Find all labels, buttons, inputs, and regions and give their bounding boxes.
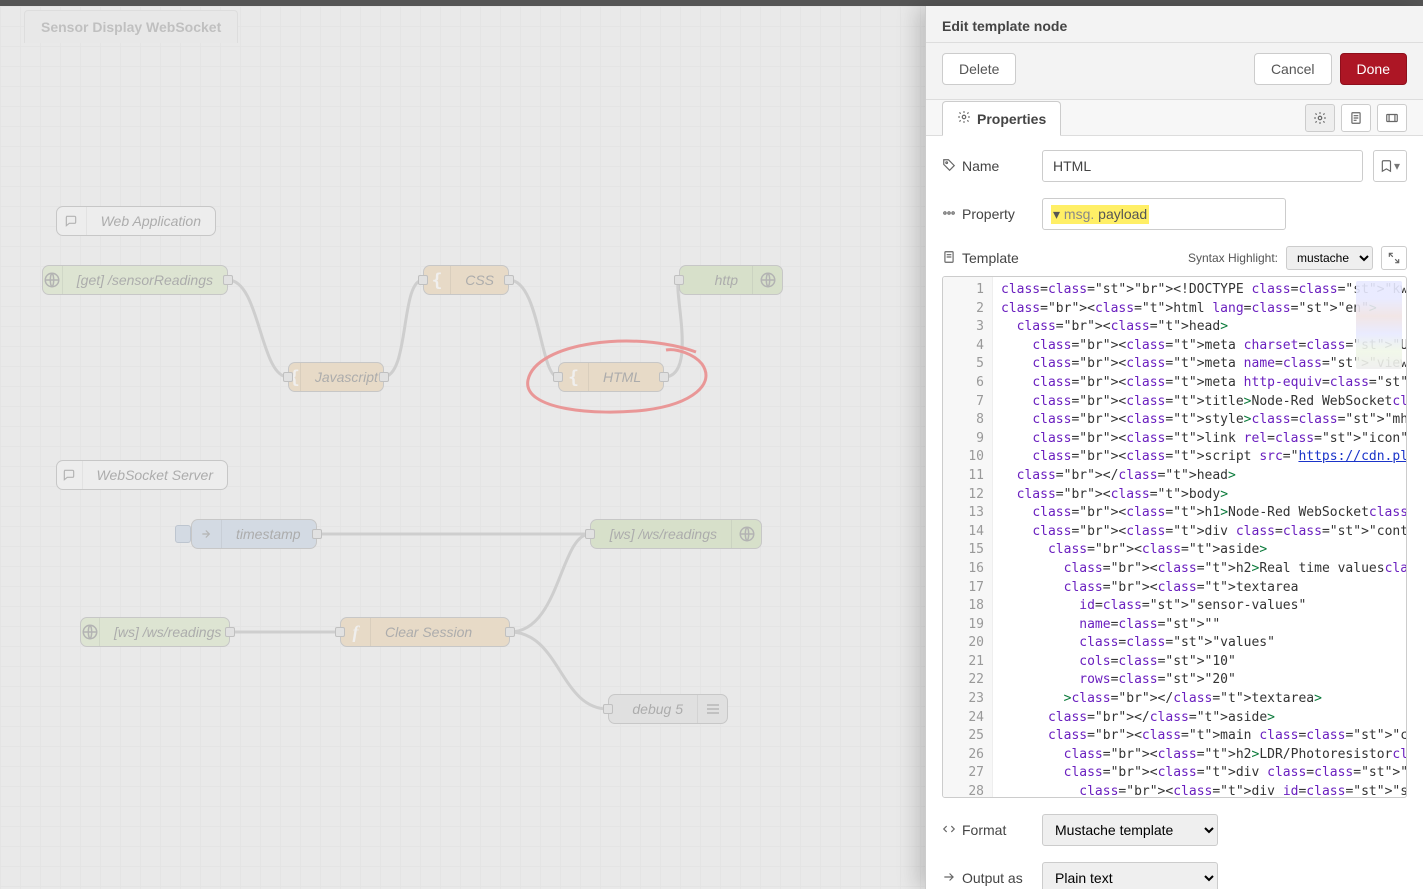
done-button[interactable]: Done <box>1340 53 1407 85</box>
panel-title: Edit template node <box>926 6 1423 43</box>
debug-icon <box>697 695 727 723</box>
syntax-highlight-select[interactable]: mustache <box>1286 246 1373 270</box>
output-port[interactable] <box>504 275 514 285</box>
output-port[interactable] <box>223 275 233 285</box>
tag-icon <box>942 158 956 175</box>
arrow-right-icon <box>942 870 956 887</box>
name-input[interactable] <box>1042 150 1363 182</box>
node-ws-out-readings[interactable]: [ws] /ws/readings <box>590 519 762 549</box>
input-port[interactable] <box>335 627 345 637</box>
comment-node-websocket-server[interactable]: WebSocket Server <box>56 460 228 490</box>
expand-editor-button[interactable] <box>1381 246 1407 270</box>
node-template-html[interactable]: { HTML <box>558 362 664 392</box>
inject-button[interactable] <box>175 525 191 543</box>
node-ws-in-readings[interactable]: [ws] /ws/readings <box>80 617 230 647</box>
node-label: http <box>701 272 752 288</box>
node-label: [ws] /ws/readings <box>100 624 235 640</box>
globe-icon <box>43 266 63 294</box>
comment-icon <box>57 461 83 489</box>
node-inject-timestamp[interactable]: timestamp <box>191 519 317 549</box>
node-label: Clear Session <box>371 624 486 640</box>
input-port[interactable] <box>553 372 563 382</box>
output-port[interactable] <box>312 529 322 539</box>
caret-down-icon: ▾ <box>1394 159 1400 173</box>
node-label: [get] /sensorReadings <box>63 272 227 288</box>
cancel-button[interactable]: Cancel <box>1254 53 1332 85</box>
panel-body: Name ▾ Property ▾ <box>926 136 1423 889</box>
tab-properties[interactable]: Properties <box>942 101 1061 136</box>
node-function-clear-session[interactable]: f Clear Session <box>340 617 510 647</box>
name-preset-button[interactable]: ▾ <box>1373 150 1407 182</box>
template-icon: { <box>424 266 451 294</box>
node-label: WebSocket Server <box>83 467 227 483</box>
name-label: Name <box>942 158 1032 175</box>
template-code-editor[interactable]: 1234567891011121314151617181920212223242… <box>942 276 1407 798</box>
input-port[interactable] <box>674 275 684 285</box>
property-prefix: msg. <box>1064 206 1094 222</box>
wire-layer <box>0 6 925 889</box>
output-port[interactable] <box>379 372 389 382</box>
output-as-label: Output as <box>942 870 1032 887</box>
node-label: timestamp <box>222 526 315 542</box>
template-file-icon <box>942 250 956 267</box>
flow-canvas[interactable]: Sensor Display WebSocket Web Applicat <box>0 6 925 889</box>
globe-icon <box>731 520 761 548</box>
panel-tab-row: Properties <box>926 100 1423 136</box>
editor-gutter: 1234567891011121314151617181920212223242… <box>943 277 993 797</box>
code-icon <box>942 822 956 839</box>
editor-code-view[interactable]: class=class="st">"br"><!DOCTYPE class=cl… <box>993 277 1406 797</box>
node-label: HTML <box>589 369 655 385</box>
editor-minimap[interactable] <box>1356 281 1402 369</box>
syntax-highlight-label: Syntax Highlight: <box>1188 251 1278 265</box>
format-label: Format <box>942 822 1032 839</box>
comment-node-web-application[interactable]: Web Application <box>56 206 216 236</box>
input-port[interactable] <box>283 372 293 382</box>
format-select[interactable]: Mustache template <box>1042 814 1218 846</box>
inject-icon <box>192 520 222 548</box>
globe-icon <box>752 266 782 294</box>
output-port[interactable] <box>505 627 515 637</box>
node-label: Web Application <box>87 213 215 229</box>
template-icon: { <box>559 363 589 391</box>
output-port[interactable] <box>225 627 235 637</box>
output-port[interactable] <box>659 372 669 382</box>
template-label: Template <box>962 250 1019 266</box>
description-icon-button[interactable] <box>1341 104 1371 132</box>
caret-down-icon: ▾ <box>1053 206 1060 222</box>
canvas-dimmer <box>0 6 925 889</box>
gear-icon-button[interactable] <box>1305 104 1335 132</box>
tab-properties-label: Properties <box>977 111 1046 127</box>
node-label: CSS <box>451 272 508 288</box>
input-port[interactable] <box>603 704 613 714</box>
node-label: [ws] /ws/readings <box>596 526 731 542</box>
node-template-css[interactable]: { CSS <box>423 265 509 295</box>
node-debug-5[interactable]: debug 5 <box>608 694 728 724</box>
delete-button[interactable]: Delete <box>942 53 1016 85</box>
flow-tab[interactable]: Sensor Display WebSocket <box>24 10 238 43</box>
node-http-in-sensorreadings[interactable]: [get] /sensorReadings <box>42 265 228 295</box>
gear-icon <box>957 110 971 127</box>
comment-icon <box>57 207 87 235</box>
node-template-javascript[interactable]: { Javascript <box>288 362 384 392</box>
node-http-response[interactable]: http <box>679 265 783 295</box>
output-as-select[interactable]: Plain text <box>1042 862 1218 889</box>
panel-toolbar: Delete Cancel Done <box>926 43 1423 100</box>
property-input[interactable]: ▾ msg. payload <box>1042 198 1286 230</box>
function-icon: f <box>341 618 371 646</box>
ellipsis-icon <box>942 206 956 223</box>
property-label: Property <box>942 206 1032 223</box>
edit-panel: Edit template node Delete Cancel Done Pr… <box>925 6 1423 889</box>
input-port[interactable] <box>585 529 595 539</box>
globe-icon <box>81 618 100 646</box>
node-label: debug 5 <box>618 701 697 717</box>
input-port[interactable] <box>418 275 428 285</box>
property-key: payload <box>1098 206 1147 222</box>
appearance-icon-button[interactable] <box>1377 104 1407 132</box>
